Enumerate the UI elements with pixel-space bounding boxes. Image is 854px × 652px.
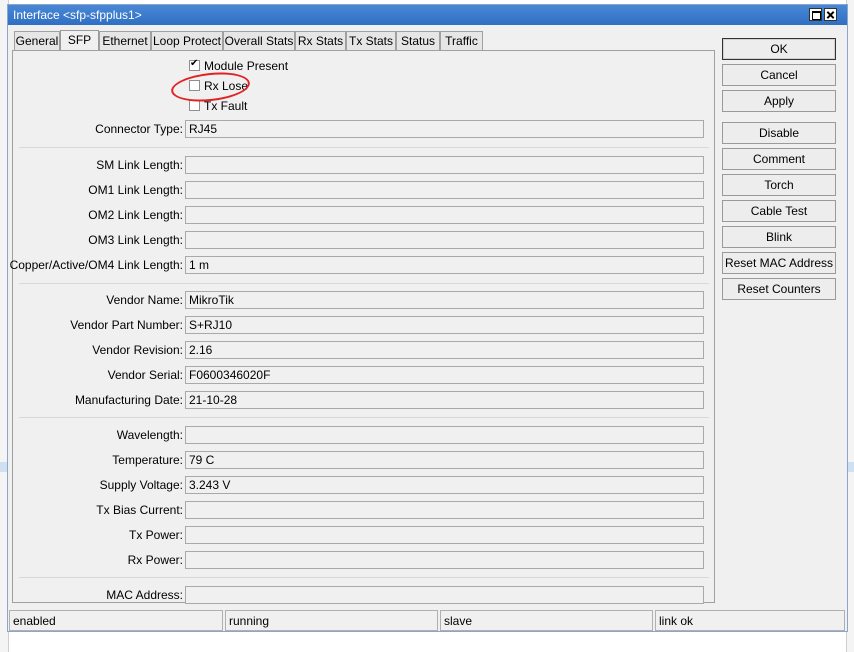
vendor-serial-label: Vendor Serial: bbox=[107, 368, 183, 382]
window-title: Interface <sfp-sfpplus1> bbox=[13, 8, 142, 22]
module-present-checkbox[interactable] bbox=[189, 58, 200, 71]
tab-sfp[interactable]: SFP bbox=[60, 30, 99, 51]
apply-button[interactable]: Apply bbox=[722, 90, 836, 112]
om3-link-length-label-cell: OM3 Link Length: bbox=[13, 230, 183, 250]
sm-link-length-label-cell: SM Link Length: bbox=[13, 155, 183, 175]
vendor-name-label: Vendor Name: bbox=[106, 293, 183, 307]
vendor-name-label-cell: Vendor Name: bbox=[13, 290, 183, 310]
separator bbox=[19, 417, 709, 418]
om1-link-length-field bbox=[185, 181, 704, 199]
connector-type-field: RJ45 bbox=[185, 120, 704, 138]
manufacturing-date-field: 21-10-28 bbox=[185, 391, 704, 409]
connector-type-label-cell: Connector Type: bbox=[13, 119, 183, 139]
vendor-name-field: MikroTik bbox=[185, 291, 704, 309]
reset-counters-button[interactable]: Reset Counters bbox=[722, 278, 836, 300]
copper-link-length-label: Copper/Active/OM4 Link Length: bbox=[9, 258, 183, 272]
tab-traffic[interactable]: Traffic bbox=[440, 31, 483, 50]
close-icon[interactable] bbox=[824, 8, 837, 21]
copper-link-length-field: 1 m bbox=[185, 256, 704, 274]
cable-test-button[interactable]: Cable Test bbox=[722, 200, 836, 222]
tab-tx-stats[interactable]: Tx Stats bbox=[346, 31, 396, 50]
om3-link-length-field bbox=[185, 231, 704, 249]
cancel-button[interactable]: Cancel bbox=[722, 64, 836, 86]
supply-voltage-label: Supply Voltage: bbox=[99, 478, 183, 492]
rx-power-field bbox=[185, 551, 704, 569]
tx-fault-checkbox[interactable] bbox=[189, 100, 200, 111]
maximize-icon[interactable] bbox=[809, 8, 822, 21]
vendor-part-number-field: S+RJ10 bbox=[185, 316, 704, 334]
vendor-serial-label-cell: Vendor Serial: bbox=[13, 365, 183, 385]
separator bbox=[19, 147, 709, 148]
supply-voltage-label-cell: Supply Voltage: bbox=[13, 475, 183, 495]
title-bar[interactable]: Interface <sfp-sfpplus1> bbox=[8, 5, 847, 25]
om1-link-length-label: OM1 Link Length: bbox=[88, 183, 183, 197]
om2-link-length-field bbox=[185, 206, 704, 224]
vendor-revision-label: Vendor Revision: bbox=[92, 343, 183, 357]
om2-link-length-label-cell: OM2 Link Length: bbox=[13, 205, 183, 225]
vendor-part-number-label: Vendor Part Number: bbox=[70, 318, 183, 332]
status-bar: enabled running slave link ok bbox=[8, 610, 847, 631]
separator bbox=[19, 283, 709, 284]
sm-link-length-field bbox=[185, 156, 704, 174]
blink-button[interactable]: Blink bbox=[722, 226, 836, 248]
tx-bias-current-label-cell: Tx Bias Current: bbox=[13, 500, 183, 520]
vendor-part-number-label-cell: Vendor Part Number: bbox=[13, 315, 183, 335]
tx-power-field bbox=[185, 526, 704, 544]
tab-overall-stats[interactable]: Overall Stats bbox=[223, 31, 295, 50]
mac-address-field bbox=[185, 586, 704, 604]
module-present-label: Module Present bbox=[204, 59, 289, 73]
status-link: link ok bbox=[655, 610, 845, 631]
manufacturing-date-label-cell: Manufacturing Date: bbox=[13, 390, 183, 410]
rx-power-label-cell: Rx Power: bbox=[13, 550, 183, 570]
om1-link-length-label-cell: OM1 Link Length: bbox=[13, 180, 183, 200]
vendor-revision-field: 2.16 bbox=[185, 341, 704, 359]
tx-fault-label: Tx Fault bbox=[204, 99, 248, 113]
tab-ethernet[interactable]: Ethernet bbox=[99, 31, 151, 50]
comment-button[interactable]: Comment bbox=[722, 148, 836, 170]
tab-rx-stats[interactable]: Rx Stats bbox=[295, 31, 346, 50]
mac-address-label-cell: MAC Address: bbox=[13, 585, 183, 605]
om3-link-length-label: OM3 Link Length: bbox=[88, 233, 183, 247]
tx-power-label: Tx Power: bbox=[128, 528, 183, 542]
copper-link-length-label-cell: Copper/Active/OM4 Link Length: bbox=[9, 255, 183, 275]
vendor-revision-label-cell: Vendor Revision: bbox=[13, 340, 183, 360]
supply-voltage-field: 3.243 V bbox=[185, 476, 704, 494]
reset-mac-address-button[interactable]: Reset MAC Address bbox=[722, 252, 836, 274]
torch-button[interactable]: Torch bbox=[722, 174, 836, 196]
om2-link-length-label: OM2 Link Length: bbox=[88, 208, 183, 222]
sm-link-length-label: SM Link Length: bbox=[96, 158, 183, 172]
status-slave: slave bbox=[440, 610, 653, 631]
tx-bias-current-label: Tx Bias Current: bbox=[96, 503, 183, 517]
sfp-panel: Module Present Rx Lose Tx Fault Connecto… bbox=[9, 50, 715, 605]
temperature-field: 79 C bbox=[185, 451, 704, 469]
vendor-serial-field: F0600346020F bbox=[185, 366, 704, 384]
temperature-label: Temperature: bbox=[112, 453, 183, 467]
status-running: running bbox=[225, 610, 438, 631]
rx-power-label: Rx Power: bbox=[127, 553, 183, 567]
mac-address-label: MAC Address: bbox=[106, 588, 183, 602]
ok-button[interactable]: OK bbox=[722, 38, 836, 60]
separator bbox=[19, 577, 709, 578]
wavelength-field bbox=[185, 426, 704, 444]
tx-bias-current-field bbox=[185, 501, 704, 519]
disable-button[interactable]: Disable bbox=[722, 122, 836, 144]
wavelength-label-cell: Wavelength: bbox=[13, 425, 183, 445]
connector-type-label: Connector Type: bbox=[95, 122, 183, 136]
tab-loop-protect[interactable]: Loop Protect bbox=[151, 31, 223, 50]
temperature-label-cell: Temperature: bbox=[13, 450, 183, 470]
manufacturing-date-label: Manufacturing Date: bbox=[74, 393, 183, 407]
tab-general[interactable]: General bbox=[14, 31, 60, 50]
tx-power-label-cell: Tx Power: bbox=[13, 525, 183, 545]
status-enabled: enabled bbox=[9, 610, 223, 631]
interface-dialog: Interface <sfp-sfpplus1> General SFP Eth… bbox=[7, 4, 848, 632]
wavelength-label: Wavelength: bbox=[116, 428, 183, 442]
tab-status[interactable]: Status bbox=[396, 31, 440, 50]
